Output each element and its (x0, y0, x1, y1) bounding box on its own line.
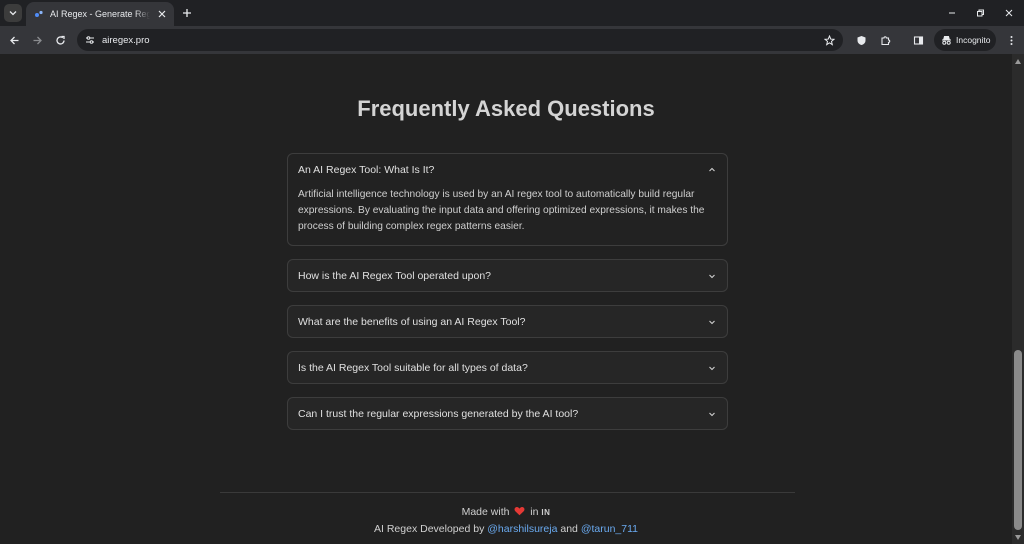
incognito-label: Incognito (956, 35, 991, 45)
faq-question-toggle[interactable]: How is the AI Regex Tool operated upon? (288, 260, 727, 291)
back-button[interactable] (5, 31, 23, 49)
faq-question: An AI Regex Tool: What Is It? (298, 163, 435, 176)
heart-icon (514, 505, 525, 521)
url-text: airegex.pro (102, 34, 150, 46)
faq-item: How is the AI Regex Tool operated upon? (287, 259, 728, 292)
incognito-badge[interactable]: Incognito (934, 29, 996, 51)
scroll-up-icon[interactable] (1014, 57, 1022, 65)
site-favicon-icon (34, 9, 44, 19)
shield-icon (857, 35, 865, 45)
close-window-button[interactable] (999, 4, 1019, 22)
footer: Made with in IN AI Regex Developed by @h… (0, 504, 1012, 537)
and-text: and (560, 523, 578, 535)
reload-button[interactable] (51, 31, 69, 49)
scrollbar-thumb[interactable] (1014, 350, 1022, 530)
page-viewport: Frequently Asked Questions An AI Regex T… (0, 54, 1024, 544)
faq-list: An AI Regex Tool: What Is It? Artificial… (287, 153, 728, 443)
chevron-down-icon (707, 363, 717, 373)
faq-item: Is the AI Regex Tool suitable for all ty… (287, 351, 728, 384)
chevron-down-icon (707, 317, 717, 327)
chevron-down-icon (9, 11, 17, 16)
faq-item: Can I trust the regular expressions gene… (287, 397, 728, 430)
browser-menu-button[interactable] (1002, 31, 1020, 49)
new-tab-button[interactable] (179, 5, 195, 21)
extension-shield-button[interactable] (852, 31, 870, 49)
faq-question-toggle[interactable]: Is the AI Regex Tool suitable for all ty… (288, 352, 727, 383)
country-code: IN (541, 508, 551, 517)
minimize-icon (949, 12, 955, 14)
browser-toolbar: airegex.pro Incognito (0, 26, 1024, 54)
puzzle-icon (880, 35, 890, 45)
tab-strip: AI Regex - Generate Regex Easily (0, 0, 1024, 26)
site-info-icon[interactable] (82, 32, 98, 48)
scroll-down-icon[interactable] (1014, 533, 1022, 541)
faq-question: What are the benefits of using an AI Reg… (298, 315, 526, 328)
arrow-right-icon (33, 36, 42, 44)
in-text: in (530, 506, 539, 518)
author-link-harshilsureja[interactable]: @harshilsureja (487, 523, 557, 535)
author-link-tarun[interactable]: @tarun_711 (581, 523, 638, 535)
address-bar[interactable]: airegex.pro (77, 29, 843, 51)
incognito-icon (942, 35, 951, 45)
restore-icon (977, 9, 984, 17)
faq-answer: Artificial intelligence technology is us… (298, 189, 705, 232)
close-tab-icon[interactable] (156, 8, 168, 20)
side-panel-button[interactable] (909, 31, 927, 49)
arrow-left-icon (9, 36, 18, 44)
faq-question-toggle[interactable]: What are the benefits of using an AI Reg… (288, 306, 727, 337)
minimize-button[interactable] (942, 4, 962, 22)
faq-question: Can I trust the regular expressions gene… (298, 407, 579, 420)
made-with-text: Made with (461, 506, 510, 518)
footer-divider (220, 492, 795, 493)
faq-question: Is the AI Regex Tool suitable for all ty… (298, 361, 528, 374)
plus-icon (183, 9, 191, 17)
chevron-down-icon (707, 409, 717, 419)
chevron-up-icon (707, 165, 717, 175)
forward-button[interactable] (28, 31, 46, 49)
reload-icon (55, 35, 65, 45)
close-icon (1005, 9, 1013, 17)
chevron-down-icon (707, 271, 717, 281)
side-panel-icon (913, 35, 923, 45)
bookmark-star-icon[interactable] (821, 32, 837, 48)
footer-made-with: Made with in IN (0, 504, 1012, 521)
active-tab[interactable]: AI Regex - Generate Regex Easily (26, 2, 174, 26)
more-vertical-icon (1010, 35, 1012, 45)
tab-search-button[interactable] (4, 4, 22, 22)
faq-question: How is the AI Regex Tool operated upon? (298, 269, 492, 282)
faq-item: An AI Regex Tool: What Is It? Artificial… (287, 153, 728, 246)
faq-question-toggle[interactable]: Can I trust the regular expressions gene… (288, 398, 727, 429)
faq-question-toggle[interactable]: An AI Regex Tool: What Is It? (288, 154, 727, 185)
faq-item: What are the benefits of using an AI Reg… (287, 305, 728, 338)
extensions-button[interactable] (876, 31, 894, 49)
tab-title: AI Regex - Generate Regex Easily (50, 9, 150, 19)
page-title: Frequently Asked Questions (357, 96, 655, 121)
page-scrollbar[interactable] (1012, 54, 1024, 544)
footer-credits: AI Regex Developed by @harshilsureja and… (0, 521, 1012, 537)
restore-button[interactable] (970, 4, 990, 22)
developed-by-text: AI Regex Developed by (374, 523, 485, 535)
